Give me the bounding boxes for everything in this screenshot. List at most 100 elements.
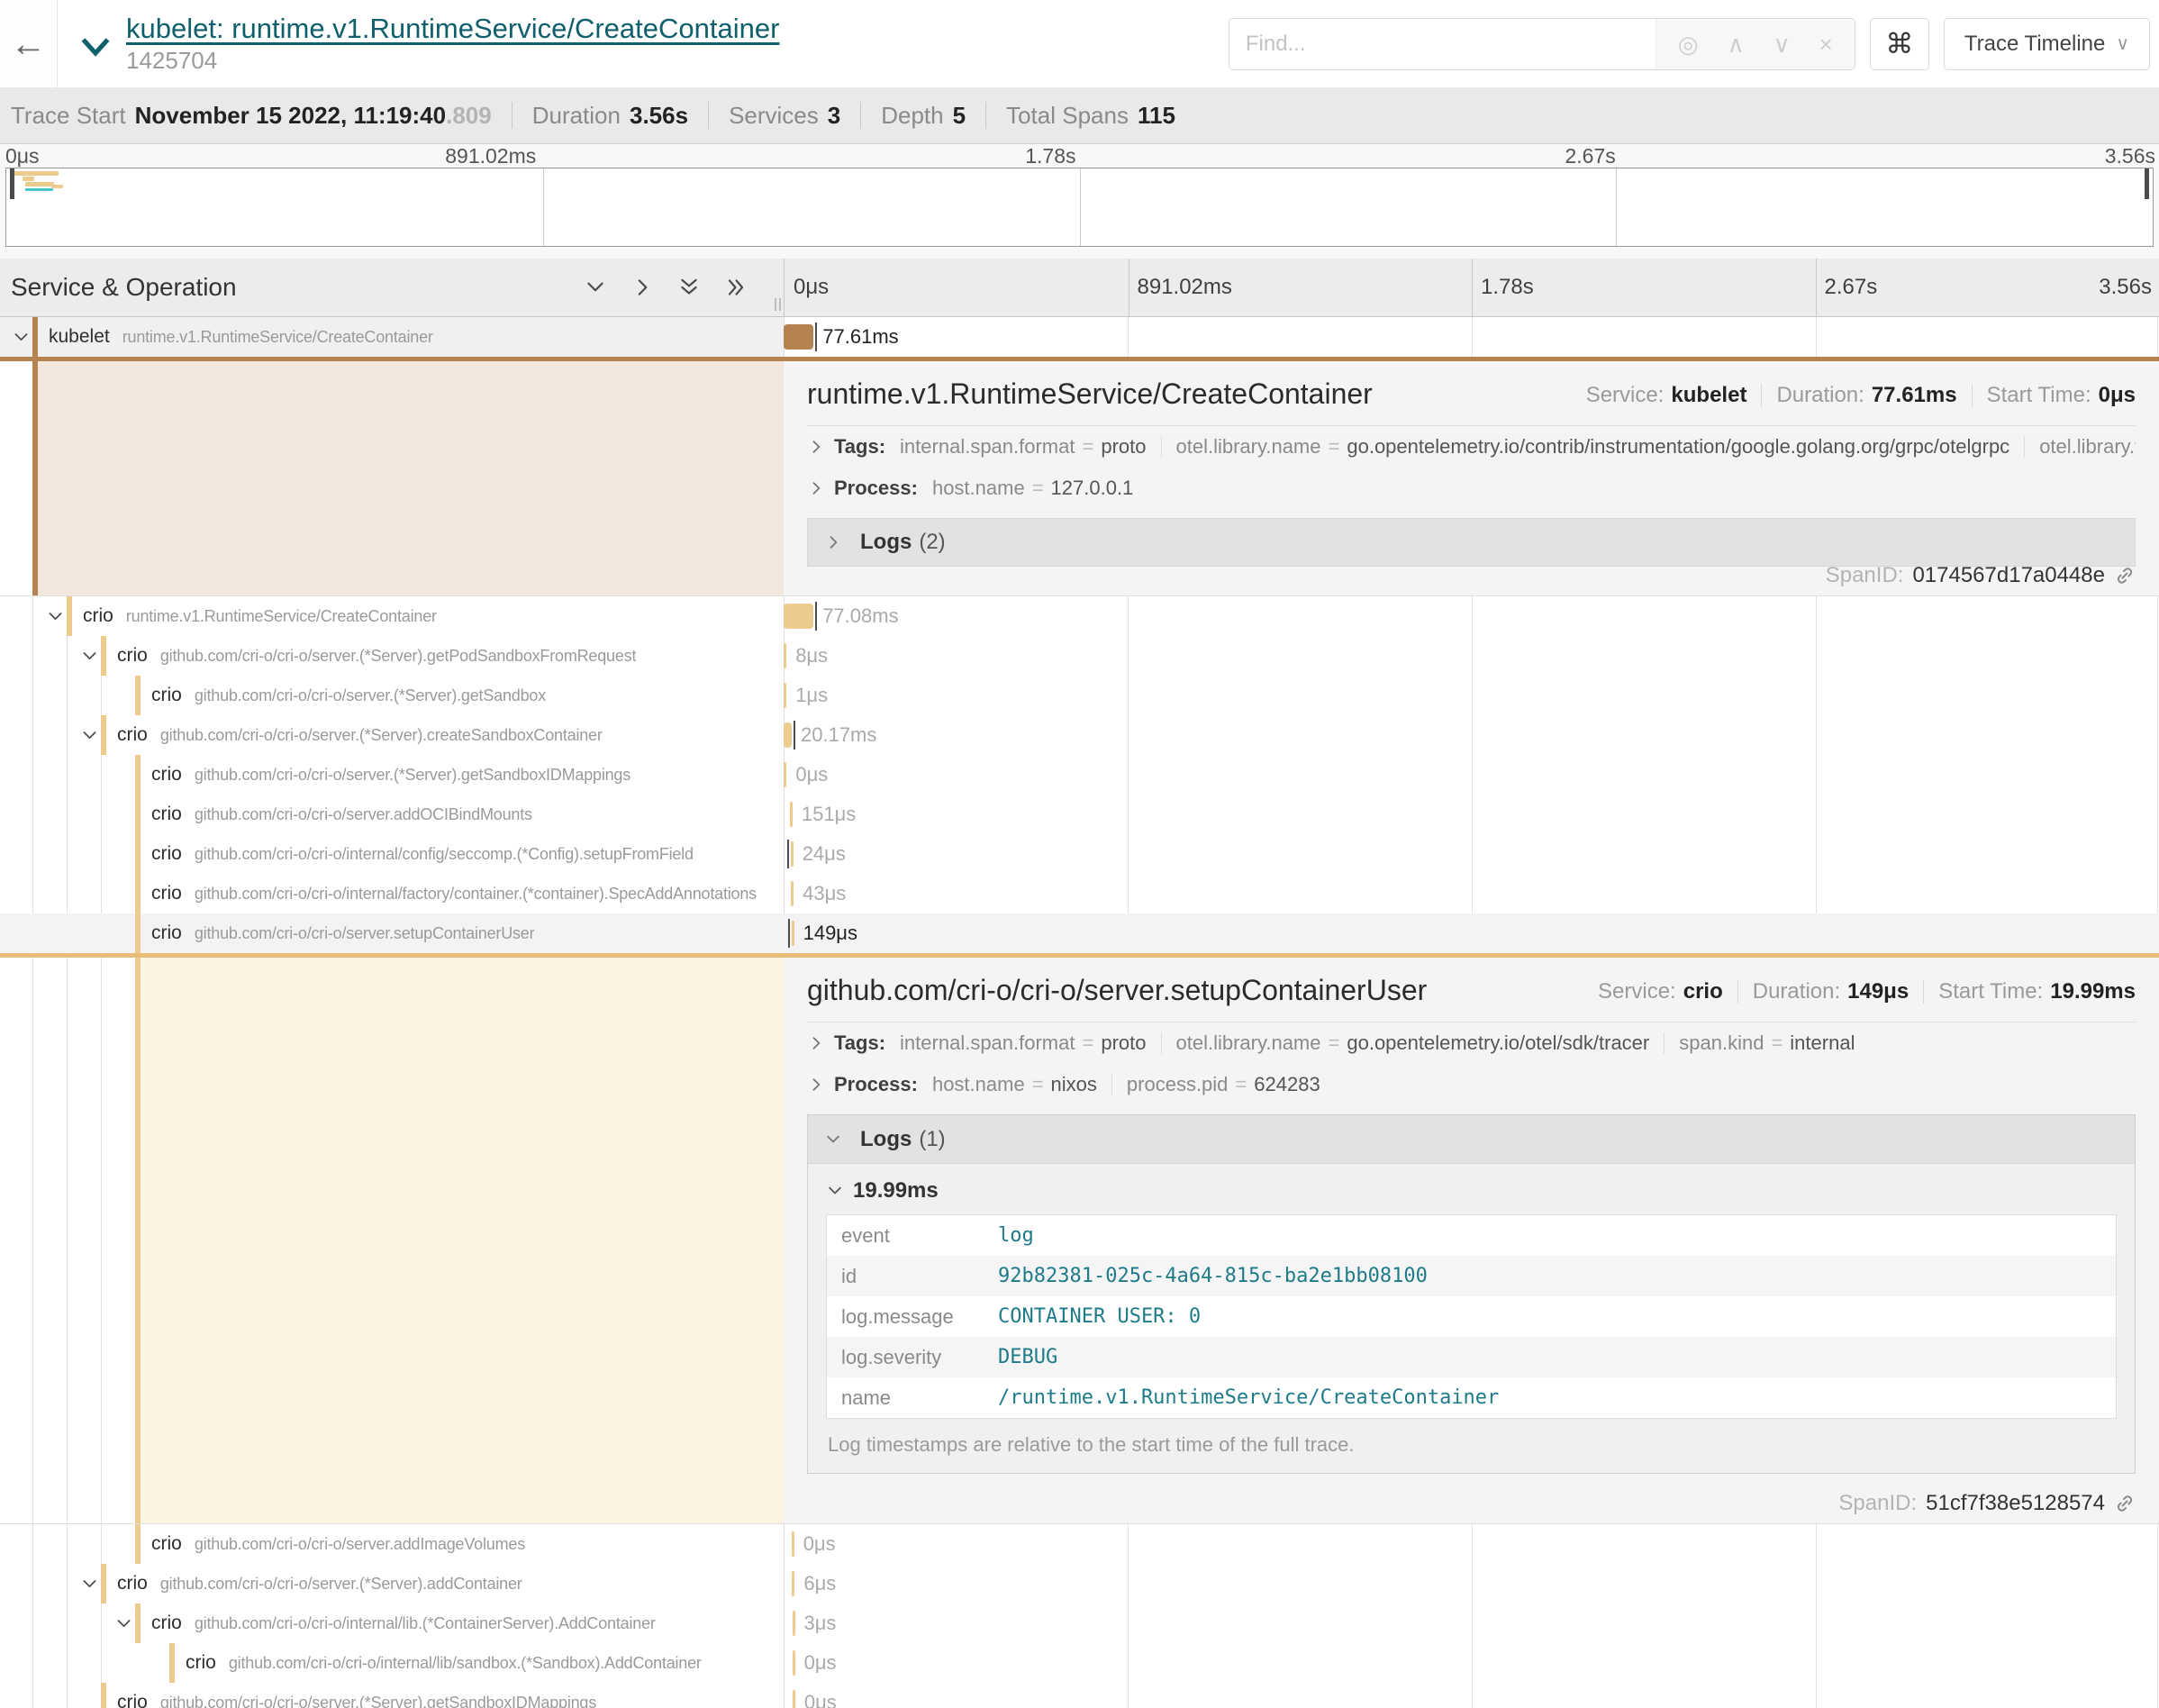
back-button[interactable]: ← — [0, 0, 58, 87]
span-duration-bar[interactable] — [784, 762, 786, 787]
span-name-column[interactable]: criogithub.com/cri-o/cri-o/server.(*Serv… — [0, 1564, 784, 1604]
span-duration-bar[interactable] — [790, 802, 793, 827]
span-row[interactable]: criogithub.com/cri-o/cri-o/internal/lib/… — [0, 1643, 2159, 1683]
collapse-all-icon[interactable] — [677, 276, 701, 299]
process-row[interactable]: Process:host.name=nixosprocess.pid=62428… — [807, 1064, 2136, 1105]
scrubber-handle-left[interactable] — [10, 168, 14, 199]
span-name-column[interactable]: criogithub.com/cri-o/cri-o/internal/lib.… — [0, 1604, 784, 1643]
scope-icon[interactable]: ◎ — [1678, 32, 1699, 56]
span-timeline-cell[interactable]: 20.17ms — [784, 715, 2159, 755]
chevron-down-icon[interactable]: ∨ — [1773, 32, 1791, 56]
log-note: Log timestamps are relative to the start… — [826, 1419, 2117, 1473]
page-title: kubelet: runtime.v1.RuntimeService/Creat… — [126, 13, 779, 45]
clear-icon[interactable]: × — [1819, 32, 1833, 56]
minimap-canvas[interactable] — [5, 168, 2154, 247]
chevron-up-icon[interactable]: ∧ — [1728, 32, 1745, 56]
collapse-toggle-icon[interactable] — [77, 647, 101, 666]
tags-row[interactable]: Tags:internal.span.format=protootel.libr… — [807, 1022, 2136, 1064]
span-name-column[interactable]: criogithub.com/cri-o/cri-o/server.(*Serv… — [0, 1683, 784, 1708]
log-entry-header[interactable]: 19.99ms — [826, 1164, 2117, 1214]
span-timeline-cell[interactable]: 24μs — [784, 834, 2159, 874]
span-timeline-cell[interactable]: 0μs — [784, 1643, 2159, 1683]
span-name-column[interactable]: criogithub.com/cri-o/cri-o/server.(*Serv… — [0, 755, 784, 795]
span-row[interactable]: crioruntime.v1.RuntimeService/CreateCont… — [0, 596, 2159, 636]
span-timeline-cell[interactable]: 0μs — [784, 755, 2159, 795]
span-timeline-cell[interactable]: 149μs — [784, 913, 2159, 953]
collapse-toggle-icon[interactable] — [43, 607, 67, 626]
logs-header[interactable]: Logs(2) — [807, 518, 2136, 567]
copy-link-icon[interactable] — [2114, 1493, 2136, 1514]
expand-one-icon[interactable] — [630, 276, 654, 299]
span-name-column[interactable]: criogithub.com/cri-o/cri-o/server.addIma… — [0, 1524, 784, 1564]
span-row[interactable]: criogithub.com/cri-o/cri-o/server.(*Serv… — [0, 715, 2159, 755]
span-name-column[interactable]: criogithub.com/cri-o/cri-o/internal/fact… — [0, 874, 784, 913]
span-timeline-cell[interactable]: 77.08ms — [784, 596, 2159, 636]
collapse-toggle-icon[interactable] — [77, 726, 101, 745]
span-row[interactable]: criogithub.com/cri-o/cri-o/server.setupC… — [0, 913, 2159, 953]
collapse-toggle-icon[interactable] — [9, 328, 32, 347]
view-selector-button[interactable]: Trace Timeline ∨ — [1944, 18, 2150, 70]
column-resizer-handle[interactable] — [775, 298, 781, 311]
span-row[interactable]: kubeletruntime.v1.RuntimeService/CreateC… — [0, 317, 2159, 357]
scrubber-handle-right[interactable] — [2145, 168, 2149, 199]
tags-row[interactable]: Tags:internal.span.format=protootel.libr… — [807, 426, 2136, 468]
span-timeline-cell[interactable]: 77.61ms — [784, 317, 2159, 357]
span-duration-bar[interactable] — [784, 722, 792, 748]
span-duration-bar[interactable] — [784, 643, 786, 668]
span-color-bar — [101, 715, 106, 755]
span-name-column[interactable]: criogithub.com/cri-o/cri-o/server.(*Serv… — [0, 715, 784, 755]
span-name-column[interactable]: criogithub.com/cri-o/cri-o/server.(*Serv… — [0, 676, 784, 715]
span-duration-bar[interactable] — [792, 1571, 794, 1596]
span-timeline-cell[interactable]: 151μs — [784, 795, 2159, 834]
span-row[interactable]: criogithub.com/cri-o/cri-o/server.(*Serv… — [0, 755, 2159, 795]
span-duration-bar[interactable] — [793, 1611, 795, 1636]
find-input[interactable] — [1229, 19, 1656, 69]
span-timeline-cell[interactable]: 6μs — [784, 1564, 2159, 1604]
span-timeline-cell[interactable]: 3μs — [784, 1604, 2159, 1643]
span-service-name: crio — [186, 1652, 216, 1674]
trace-title-link[interactable]: kubelet: runtime.v1.RuntimeService/Creat… — [126, 13, 779, 44]
span-name-column[interactable]: criogithub.com/cri-o/cri-o/internal/conf… — [0, 834, 784, 874]
span-row[interactable]: criogithub.com/cri-o/cri-o/server.addIma… — [0, 1524, 2159, 1564]
collapse-one-icon[interactable] — [584, 276, 607, 299]
span-duration-bar[interactable] — [792, 921, 794, 946]
keyboard-shortcuts-button[interactable]: ⌘ — [1870, 18, 1929, 70]
span-timeline-cell[interactable]: 0μs — [784, 1524, 2159, 1564]
span-name-column[interactable]: kubeletruntime.v1.RuntimeService/CreateC… — [0, 317, 784, 357]
span-row[interactable]: criogithub.com/cri-o/cri-o/server.(*Serv… — [0, 1564, 2159, 1604]
span-row[interactable]: criogithub.com/cri-o/cri-o/internal/fact… — [0, 874, 2159, 913]
timeline-tick-label: 2.67s — [1825, 275, 1878, 300]
logs-header[interactable]: Logs(1) — [808, 1115, 2135, 1164]
span-row[interactable]: criogithub.com/cri-o/cri-o/server.(*Serv… — [0, 1683, 2159, 1708]
trace-collapse-chevron-icon[interactable] — [79, 36, 112, 59]
section-label: Tags: — [834, 435, 885, 459]
collapse-toggle-icon[interactable] — [77, 1575, 101, 1594]
span-duration-bar[interactable] — [793, 1650, 795, 1676]
span-name-column[interactable]: criogithub.com/cri-o/cri-o/server.(*Serv… — [0, 636, 784, 676]
span-duration-bar[interactable] — [792, 1531, 794, 1557]
span-timeline-cell[interactable]: 8μs — [784, 636, 2159, 676]
span-row[interactable]: criogithub.com/cri-o/cri-o/internal/lib.… — [0, 1604, 2159, 1643]
span-timeline-cell[interactable]: 43μs — [784, 874, 2159, 913]
tag-item: host.name=127.0.0.1 — [932, 477, 1133, 500]
span-name-column[interactable]: criogithub.com/cri-o/cri-o/server.addOCI… — [0, 795, 784, 834]
span-timeline-cell[interactable]: 1μs — [784, 676, 2159, 715]
span-row[interactable]: criogithub.com/cri-o/cri-o/internal/conf… — [0, 834, 2159, 874]
span-row[interactable]: criogithub.com/cri-o/cri-o/server.addOCI… — [0, 795, 2159, 834]
span-duration-bar[interactable] — [784, 683, 786, 708]
span-row[interactable]: criogithub.com/cri-o/cri-o/server.(*Serv… — [0, 676, 2159, 715]
process-row[interactable]: Process:host.name=127.0.0.1 — [807, 468, 2136, 509]
collapse-toggle-icon[interactable] — [112, 1614, 135, 1633]
span-timeline-cell[interactable]: 0μs — [784, 1683, 2159, 1708]
expand-all-icon[interactable] — [724, 276, 748, 299]
span-name-column[interactable]: criogithub.com/cri-o/cri-o/internal/lib/… — [0, 1643, 784, 1683]
span-duration-bar[interactable] — [793, 1690, 795, 1708]
span-duration-bar[interactable] — [791, 841, 794, 867]
span-duration-bar[interactable] — [784, 324, 813, 350]
span-row[interactable]: criogithub.com/cri-o/cri-o/server.(*Serv… — [0, 636, 2159, 676]
span-duration-bar[interactable] — [784, 604, 813, 629]
span-duration-bar[interactable] — [791, 881, 794, 906]
span-name-column[interactable]: criogithub.com/cri-o/cri-o/server.setupC… — [0, 913, 784, 953]
span-name-column[interactable]: crioruntime.v1.RuntimeService/CreateCont… — [0, 596, 784, 636]
copy-link-icon[interactable] — [2114, 565, 2136, 586]
